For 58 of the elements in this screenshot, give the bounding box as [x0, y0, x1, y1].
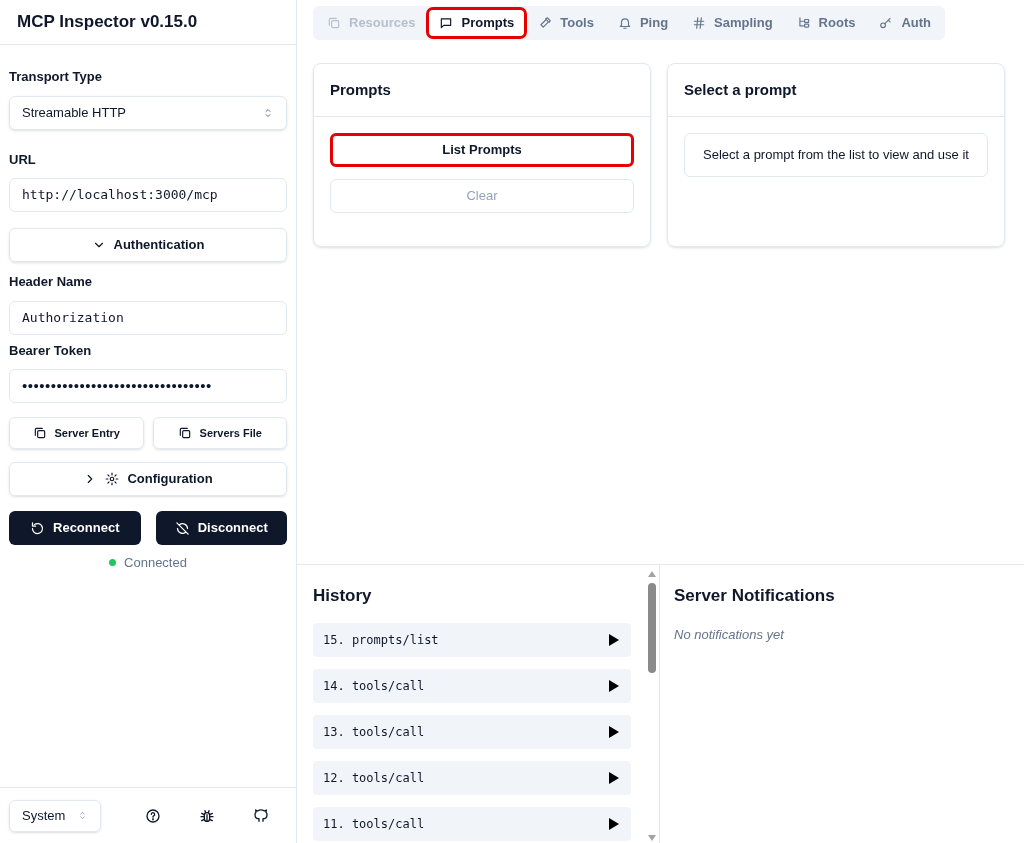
copy-icon — [32, 426, 47, 440]
help-icon[interactable] — [145, 807, 161, 824]
expand-triangle-icon[interactable] — [609, 725, 619, 738]
key-icon — [879, 16, 894, 30]
authentication-button[interactable]: Authentication — [9, 228, 287, 262]
crossed-circle-icon — [174, 520, 190, 536]
field-label: URL — [9, 150, 37, 169]
history-item[interactable]: 11. tools/call — [313, 806, 631, 841]
prompts-button[interactable]: List Prompts — [330, 133, 634, 167]
chevron-updown-icon — [262, 106, 274, 119]
card-title: Prompts — [314, 64, 650, 117]
field-label: Transport Type — [9, 68, 103, 86]
header-name-field[interactable]: Authorization — [9, 300, 287, 335]
configuration-button[interactable]: Configuration — [9, 462, 287, 496]
status-text: Connected — [124, 554, 187, 572]
github-icon[interactable] — [253, 807, 269, 824]
app-title: MCP Inspector v0.15.0 — [17, 11, 198, 34]
rotate-icon — [30, 520, 45, 536]
url-field[interactable]: http://localhost:3000/mcp — [9, 178, 287, 212]
expand-triangle-icon[interactable] — [609, 633, 619, 646]
card-title: Select a prompt — [668, 64, 1004, 117]
settings-icon — [105, 472, 120, 486]
scrollbar-thumb[interactable] — [648, 583, 656, 673]
bell-icon — [617, 16, 632, 30]
history-title: History — [313, 585, 373, 607]
history-item[interactable]: 12. tools/call — [313, 760, 631, 795]
notifications-title: Server Notifications — [674, 585, 836, 607]
history-item[interactable]: 13. tools/call — [313, 714, 631, 749]
reconnect-button[interactable]: Reconnect — [9, 511, 141, 545]
field-label: Header Name — [9, 273, 94, 291]
transport-select[interactable]: Streamable HTTP — [9, 95, 287, 130]
copy-button[interactable]: Server Entry — [9, 417, 144, 449]
bug-icon[interactable] — [199, 807, 215, 824]
copy-button[interactable]: Servers File — [152, 417, 287, 449]
empty-notifications-text: No notifications yet — [674, 625, 786, 644]
history-item[interactable]: 15. prompts/list — [313, 622, 631, 657]
chevron-updown-icon — [77, 810, 88, 821]
speech-bubble-icon — [439, 16, 454, 30]
disconnect-button[interactable]: Disconnect — [155, 511, 287, 545]
expand-triangle-icon[interactable] — [609, 817, 619, 830]
tab[interactable]: Sampling — [682, 10, 783, 36]
hammer-icon — [538, 16, 553, 30]
tab[interactable]: Ping — [607, 10, 679, 36]
tab[interactable]: Prompts — [429, 10, 525, 36]
expand-triangle-icon[interactable] — [609, 771, 619, 784]
theme-select[interactable]: System — [9, 799, 101, 832]
copy-icon — [177, 426, 192, 440]
bearer-token-field[interactable]: ••••••••••••••••••••••••••••••••• — [9, 369, 287, 403]
files-icon — [327, 16, 341, 30]
hash-icon — [692, 16, 707, 30]
tab[interactable]: Roots — [786, 10, 866, 36]
history-item[interactable]: 14. tools/call — [313, 668, 631, 703]
field-label: Bearer Token — [9, 341, 93, 360]
tab[interactable]: Tools — [528, 10, 604, 36]
expand-triangle-icon[interactable] — [609, 679, 619, 692]
empty-state-message: Select a prompt from the list to view and use it — [684, 133, 988, 177]
tree-icon — [796, 16, 811, 30]
tab[interactable]: Auth — [869, 10, 942, 36]
